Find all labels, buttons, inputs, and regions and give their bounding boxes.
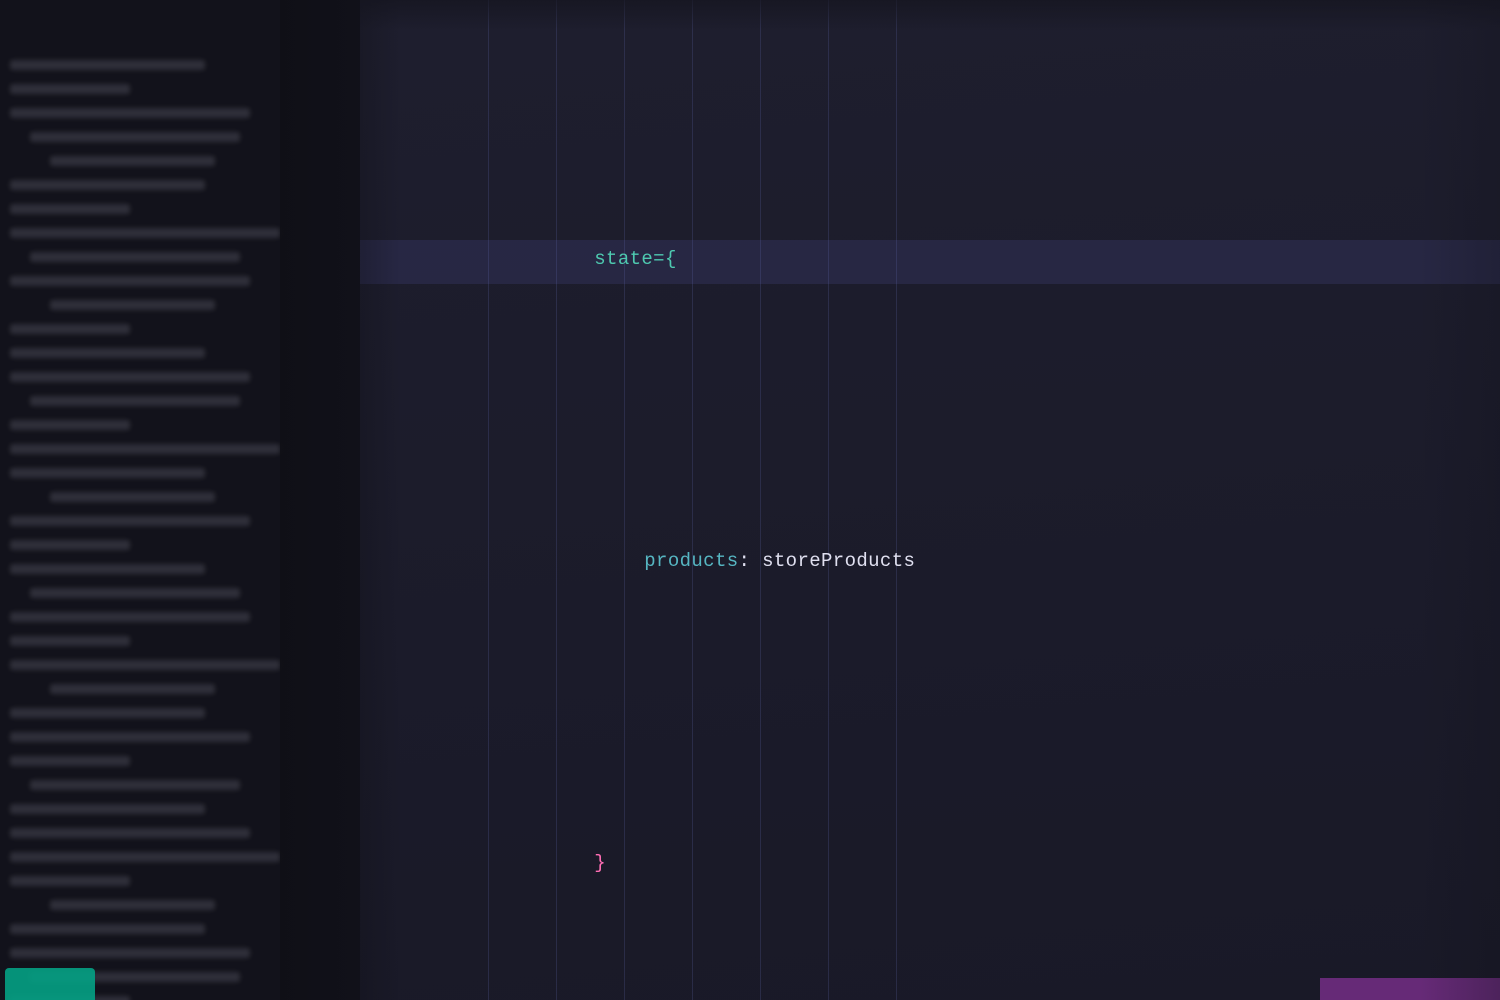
code-content: state={ products: storeProducts } render… <box>420 20 1262 1000</box>
editor-screen: state={ products: storeProducts } render… <box>0 0 1500 1000</box>
code-line-3: } <box>420 800 1262 926</box>
code-line-1: state={ <box>420 196 1262 322</box>
blur-code-lines <box>10 60 310 1000</box>
code-editor: state={ products: storeProducts } render… <box>360 0 1500 1000</box>
teal-accent <box>5 968 95 1000</box>
code-line-2: products: storeProducts <box>420 498 1262 624</box>
depth-gradient-left <box>280 0 400 1000</box>
top-fade <box>360 0 1500 30</box>
right-fade <box>1420 0 1500 1000</box>
